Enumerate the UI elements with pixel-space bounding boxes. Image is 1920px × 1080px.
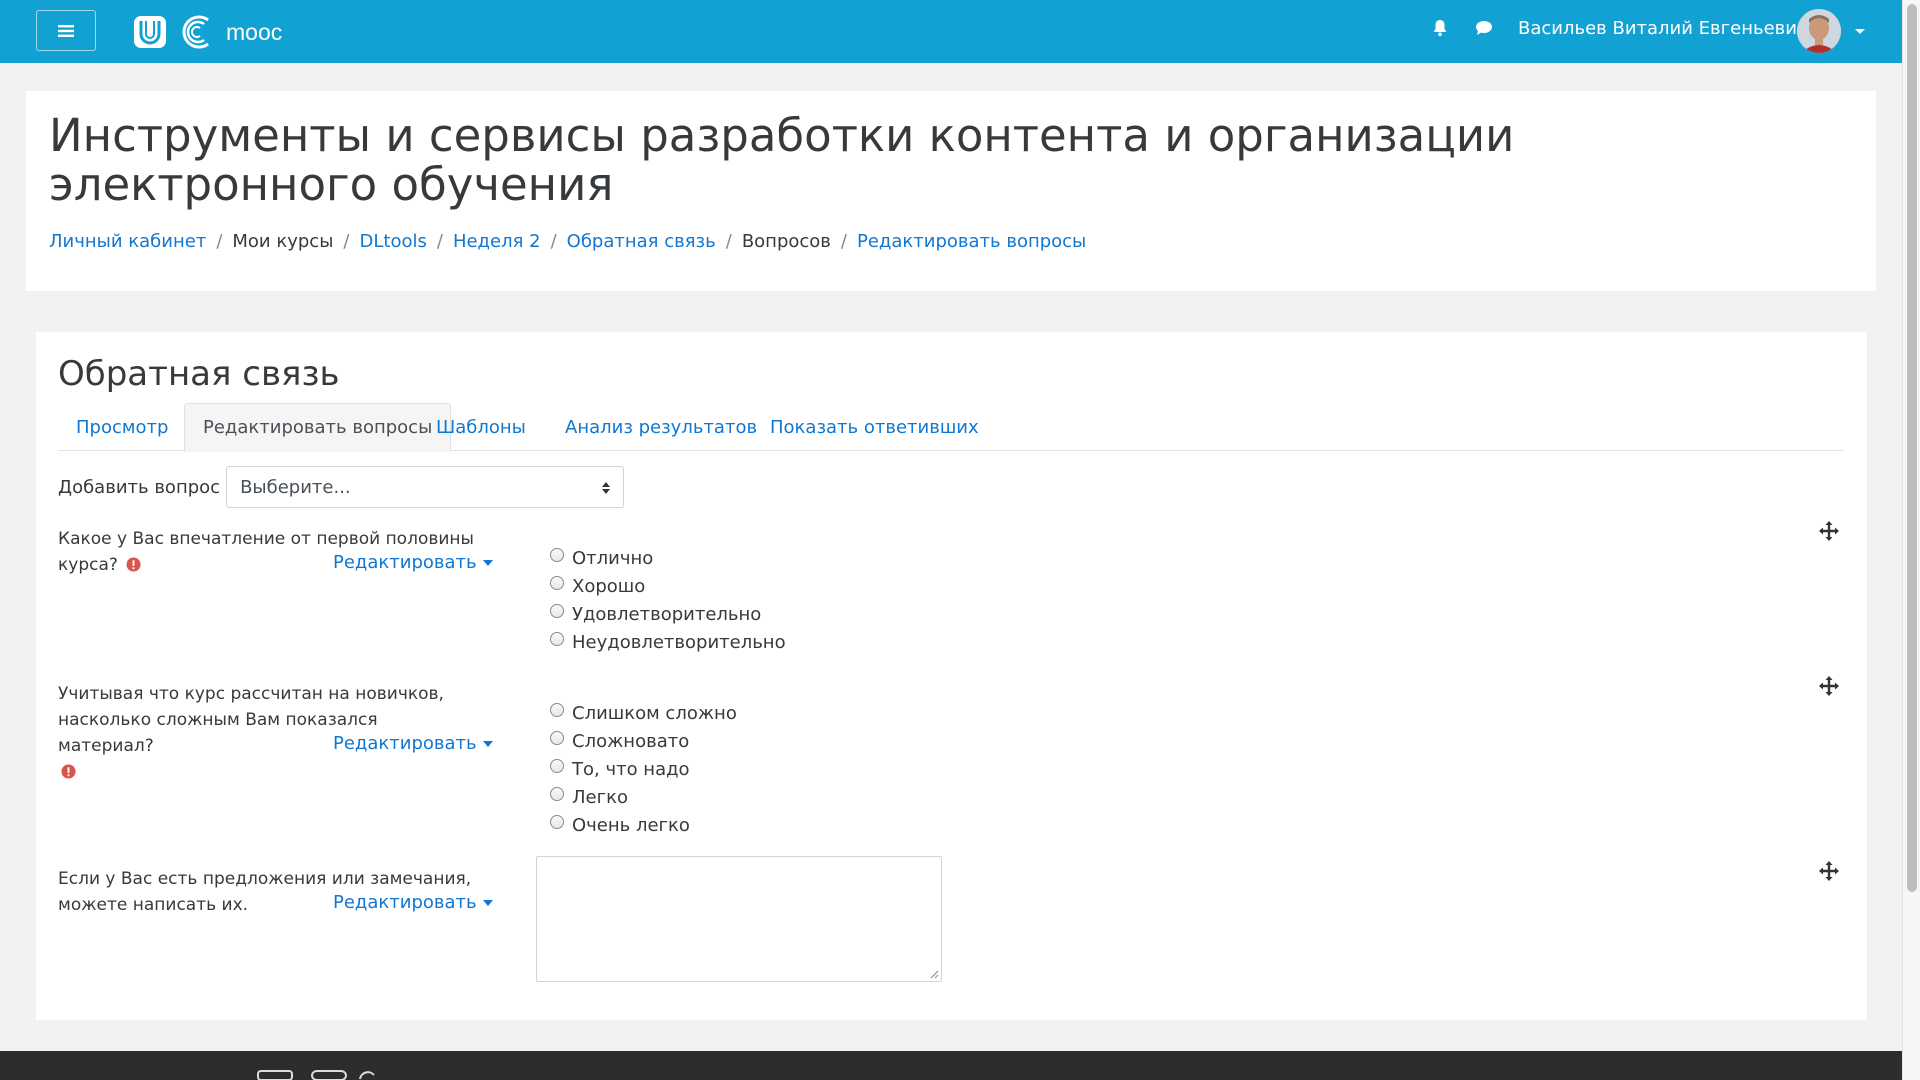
tab-bar: Просмотр Редактировать вопросы Шаблоны А…	[58, 403, 1844, 452]
required-icon	[61, 764, 76, 779]
radio-option[interactable]: Легко	[550, 783, 737, 811]
radio-button[interactable]	[550, 632, 564, 646]
vertical-scrollbar[interactable]	[1902, 0, 1920, 1080]
sort-arrows-icon	[602, 482, 611, 494]
avatar-image	[1797, 9, 1841, 53]
messages-button[interactable]	[1474, 18, 1494, 38]
select-value: Выберите...	[240, 476, 351, 498]
add-question-label: Добавить вопрос	[58, 476, 221, 498]
caret-down-icon	[482, 740, 493, 747]
move-icon[interactable]	[1819, 676, 1839, 696]
edit-question-dropdown[interactable]: Редактировать	[333, 733, 493, 754]
top-navbar: mooc Васильев Виталий Евгеньевич	[0, 0, 1902, 63]
required-icon	[126, 557, 141, 572]
footer-logos-icon	[257, 1070, 375, 1080]
radio-option[interactable]: Очень легко	[550, 811, 737, 839]
breadcrumb-course[interactable]: DLtools	[360, 231, 427, 252]
tab-analysis[interactable]: Анализ результатов	[547, 403, 775, 451]
radio-button[interactable]	[550, 759, 564, 773]
radio-button[interactable]	[550, 815, 564, 829]
breadcrumb-separator: /	[216, 231, 223, 252]
page-title: Инструменты и сервисы разработки контент…	[49, 109, 1515, 211]
edit-question-dropdown[interactable]: Редактировать	[333, 892, 493, 913]
breadcrumb-separator: /	[840, 231, 847, 252]
radio-option[interactable]: То, что надо	[550, 755, 737, 783]
edit-question-dropdown[interactable]: Редактировать	[333, 552, 493, 573]
tab-templates[interactable]: Шаблоны	[418, 403, 544, 451]
chat-icon	[1476, 21, 1492, 35]
radio-button[interactable]	[550, 703, 564, 717]
university-logo-icon	[134, 16, 166, 48]
radio-button[interactable]	[550, 604, 564, 618]
tab-view[interactable]: Просмотр	[58, 403, 186, 451]
radio-options: Слишком сложно Сложновато То, что надо Л…	[550, 699, 737, 839]
breadcrumb-my-courses: Мои курсы	[232, 231, 334, 252]
tab-edit-questions[interactable]: Редактировать вопросы	[184, 403, 452, 452]
page-header: Инструменты и сервисы разработки контент…	[26, 91, 1876, 291]
caret-down-icon[interactable]	[1854, 26, 1866, 36]
radio-option[interactable]: Неудовлетворительно	[550, 628, 786, 656]
add-question-select[interactable]: Выберите...	[226, 466, 625, 508]
breadcrumb-week[interactable]: Неделя 2	[453, 231, 541, 252]
radio-button[interactable]	[550, 548, 564, 562]
radio-button[interactable]	[550, 787, 564, 801]
page-footer	[0, 1051, 1902, 1080]
breadcrumb-edit-questions[interactable]: Редактировать вопросы	[857, 231, 1086, 252]
suggestions-textarea[interactable]	[536, 856, 942, 982]
mooc-logo-icon	[182, 15, 209, 49]
main-content: Обратная связь Просмотр Редактировать во…	[36, 332, 1867, 1020]
breadcrumb-dashboard[interactable]: Личный кабинет	[49, 231, 206, 252]
radio-option[interactable]: Удовлетворительно	[550, 600, 786, 628]
brand-text: mooc	[226, 18, 283, 45]
question-item: Учитывая что курс рассчитан на новичков,…	[58, 676, 1844, 851]
breadcrumb-separator: /	[725, 231, 732, 252]
menu-toggle-button[interactable]	[36, 10, 96, 51]
breadcrumb-questions: Вопросов	[741, 231, 831, 252]
move-icon[interactable]	[1819, 521, 1839, 541]
breadcrumb: Личный кабинет / Мои курсы / DLtools / Н…	[49, 231, 1086, 252]
add-question-row: Добавить вопрос Выберите...	[58, 466, 625, 508]
menu-icon	[58, 24, 74, 37]
question-item: Если у Вас есть предложения или замечани…	[58, 856, 1844, 986]
notifications-button[interactable]	[1430, 18, 1450, 38]
breadcrumb-separator: /	[343, 231, 350, 252]
tab-show-respondents[interactable]: Показать ответивших	[752, 403, 997, 451]
scrollbar-thumb[interactable]	[1907, 4, 1917, 892]
user-avatar[interactable]	[1797, 9, 1841, 53]
radio-options: Отлично Хорошо Удовлетворительно Неудовл…	[550, 544, 786, 656]
radio-option[interactable]: Сложновато	[550, 727, 737, 755]
radio-option[interactable]: Слишком сложно	[550, 699, 737, 727]
bell-icon	[1433, 20, 1447, 37]
breadcrumb-separator: /	[550, 231, 557, 252]
radio-button[interactable]	[550, 731, 564, 745]
user-name[interactable]: Васильев Виталий Евгеньевич	[1518, 18, 1808, 39]
breadcrumb-separator: /	[436, 231, 443, 252]
radio-option[interactable]: Отлично	[550, 544, 786, 572]
section-title: Обратная связь	[58, 354, 340, 394]
question-item: Какое у Вас впечатление от первой полови…	[58, 521, 1844, 666]
caret-down-icon	[482, 559, 493, 566]
move-icon[interactable]	[1819, 861, 1839, 881]
resize-handle-icon[interactable]	[929, 969, 939, 979]
caret-down-icon	[482, 899, 493, 906]
radio-option[interactable]: Хорошо	[550, 572, 786, 600]
radio-button[interactable]	[550, 576, 564, 590]
site-logo[interactable]: mooc	[132, 12, 282, 52]
breadcrumb-feedback[interactable]: Обратная связь	[567, 231, 716, 252]
